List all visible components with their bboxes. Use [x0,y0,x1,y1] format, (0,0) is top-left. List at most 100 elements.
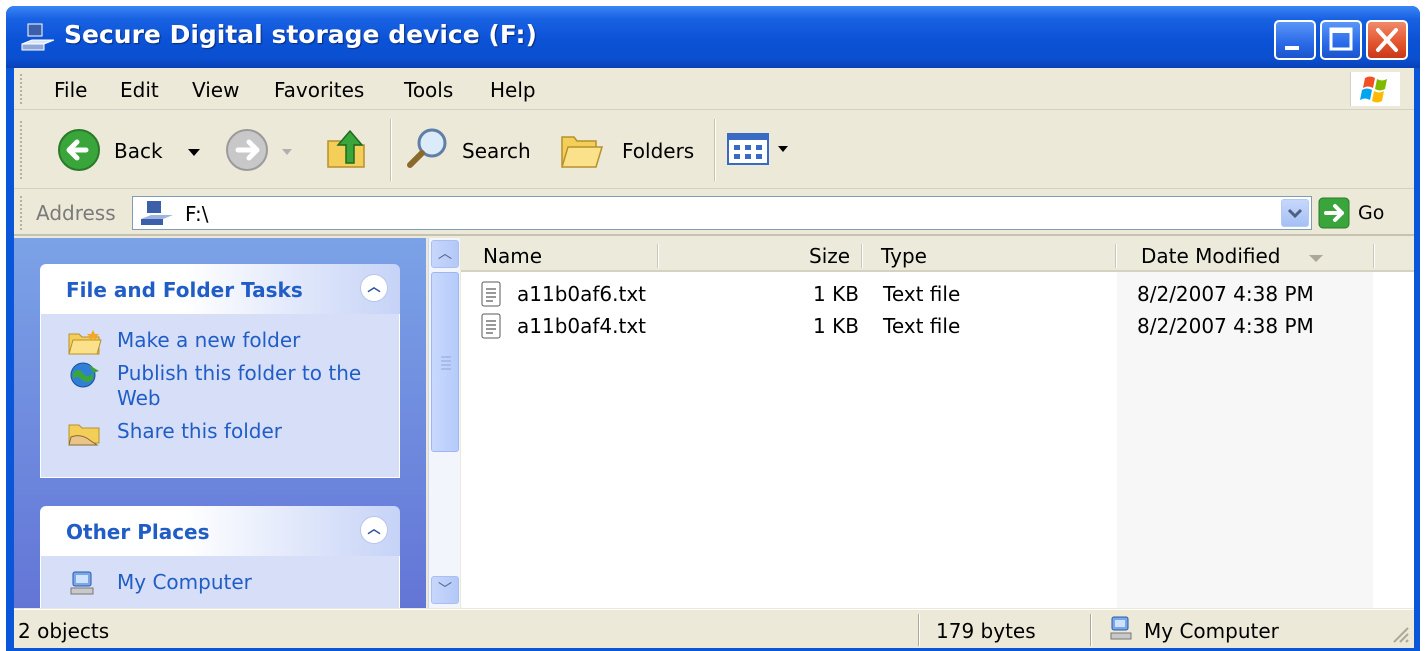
back-label: Back [114,139,163,163]
resize-grip-icon[interactable] [1388,622,1410,644]
share-folder-link[interactable]: Share this folder [67,419,387,446]
file-type: Text file [883,282,961,306]
sd-card-drive-icon [21,23,55,51]
share-folder-icon [68,424,100,446]
column-divider[interactable] [657,244,659,268]
toolbar-grip[interactable] [20,121,24,179]
go-label: Go [1358,202,1385,224]
column-header-name[interactable]: Name [483,244,542,268]
client-area: File Edit View Favorites Tools Help Back… [14,68,1414,648]
menu-tools[interactable]: Tools [404,78,453,102]
column-divider[interactable] [861,244,863,268]
task-label: Share this folder [117,419,282,443]
other-places-header[interactable]: Other Places ︿ [40,506,400,556]
up-folder-button[interactable] [320,125,376,175]
dropdown-arrow-icon [188,149,200,156]
publish-web-icon [70,362,99,388]
task-pane: File and Folder Tasks ︿ Make a new folde… [14,238,426,608]
back-arrow-icon [58,129,100,171]
views-button[interactable] [726,129,796,171]
menu-view[interactable]: View [192,78,239,102]
title-bar[interactable]: Secure Digital storage device (F:) [6,6,1420,68]
windows-flag-icon [1360,76,1387,103]
column-header-bar: Name Size Type Date Modified [461,238,1414,272]
file-date: 8/2/2007 4:38 PM [1137,282,1314,306]
make-new-folder-link[interactable]: Make a new folder [67,328,387,355]
file-folder-tasks-body: Make a new folder Publish this folder to… [40,314,400,478]
text-file-icon [481,281,501,307]
maximize-button[interactable] [1320,20,1362,60]
dropdown-arrow-icon [778,146,788,152]
file-folder-tasks-group: File and Folder Tasks ︿ Make a new folde… [40,264,400,478]
menu-favorites[interactable]: Favorites [274,78,364,102]
scroll-down-button[interactable]: ﹀ [431,576,459,604]
toolbar-grip[interactable] [20,74,24,104]
file-type: Text file [883,314,961,338]
chevron-down-icon [1287,208,1303,219]
close-icon [1376,28,1398,52]
status-separator [918,614,920,646]
forward-arrow-icon [226,129,268,171]
search-icon [407,128,447,168]
back-button[interactable]: Back [52,125,202,175]
status-bar: 2 objects 179 bytes My Computer [14,609,1414,648]
toolbar-separator [390,119,392,181]
column-header-type[interactable]: Type [881,244,927,268]
other-places-group: Other Places ︿ My Computer [40,506,400,608]
folder-up-icon [327,129,365,168]
scroll-up-button[interactable]: ︿ [431,240,459,268]
status-zone: My Computer [1144,619,1279,643]
address-dropdown-button[interactable] [1281,199,1309,227]
go-button[interactable]: Go [1318,197,1408,231]
minimize-button[interactable] [1274,20,1316,60]
search-button[interactable]: Search [400,125,540,175]
other-places-body: My Computer [40,556,400,608]
column-header-date[interactable]: Date Modified [1141,244,1281,268]
file-row[interactable]: a11b0af6.txt 1 KB Text file 8/2/2007 4:3… [461,278,1414,310]
sort-arrow-icon [1309,255,1323,262]
folders-button[interactable]: Folders [554,125,704,175]
address-value: F:\ [185,202,209,226]
go-arrow-icon [1318,197,1350,229]
menu-file[interactable]: File [54,78,87,102]
folders-icon [560,136,604,168]
forward-button[interactable] [220,125,300,175]
column-divider[interactable] [1373,244,1375,268]
publish-folder-link[interactable]: Publish this folder to the Web [67,361,387,411]
close-button[interactable] [1366,20,1408,60]
my-computer-link[interactable]: My Computer [67,570,387,595]
file-row[interactable]: a11b0af4.txt 1 KB Text file 8/2/2007 4:3… [461,310,1414,342]
file-date: 8/2/2007 4:38 PM [1137,314,1314,338]
file-folder-tasks-header[interactable]: File and Folder Tasks ︿ [40,264,400,314]
file-name: a11b0af4.txt [517,314,647,338]
address-input[interactable]: F:\ [132,196,1312,230]
toolbar-separator [714,119,716,181]
menu-edit[interactable]: Edit [120,78,159,102]
file-size: 1 KB [813,314,859,338]
menu-help[interactable]: Help [490,78,536,102]
window-title: Secure Digital storage device (F:) [64,20,537,49]
collapse-icon[interactable]: ︿ [360,274,388,302]
explorer-window: Secure Digital storage device (F:) File … [6,6,1420,651]
task-label: My Computer [117,570,252,594]
status-separator [1090,614,1092,646]
my-computer-icon [70,571,94,595]
file-list-view: Name Size Type Date Modified a11b0af6.tx… [461,238,1414,608]
task-label: Make a new folder [117,328,301,352]
windows-logo [1350,72,1400,106]
column-divider[interactable] [1115,244,1117,268]
status-size: 179 bytes [936,619,1036,643]
grip-icon [441,356,451,370]
maximize-icon [1329,27,1353,51]
column-header-size[interactable]: Size [809,244,850,268]
scroll-thumb[interactable] [431,272,459,452]
collapse-icon[interactable]: ︿ [360,516,388,544]
group-title: File and Folder Tasks [66,278,303,302]
search-label: Search [462,139,531,163]
toolbar-grip[interactable] [20,196,24,230]
text-file-icon [481,313,501,339]
task-label: Publish this folder to the Web [117,361,362,410]
file-name: a11b0af6.txt [517,282,647,306]
file-size: 1 KB [813,282,859,306]
task-pane-scrollbar[interactable]: ︿ ﹀ [428,238,460,608]
